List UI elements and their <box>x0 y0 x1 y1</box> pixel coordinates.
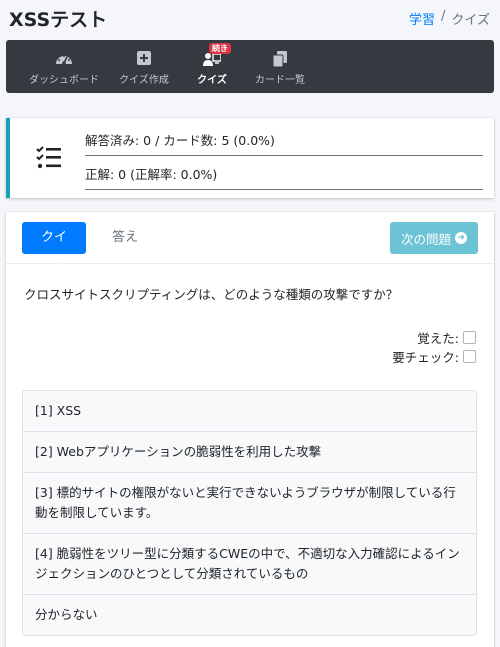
nav-label: ダッシュボード <box>29 75 99 86</box>
gauge-icon <box>56 55 72 65</box>
continue-badge: 続き <box>209 43 231 54</box>
choice-item[interactable]: [1] XSS <box>23 391 476 432</box>
plus-square-icon <box>137 51 151 65</box>
choice-list: [1] XSS [2] Webアプリケーションの脆弱性を利用した攻撃 [3] 標… <box>22 390 477 636</box>
needs-check-label: 要チェック: <box>392 350 459 365</box>
stats-info-box: 解答済み: 0 / カード数: 5 (0.0%) 正解: 0 (正解率: 0.0… <box>6 118 494 198</box>
nav-label: クイズ作成 <box>119 75 169 86</box>
breadcrumb: 学習 / クイズ <box>409 9 490 28</box>
choice-item-dont-know[interactable]: 分からない <box>23 595 476 635</box>
arrow-circle-right-icon: ➜ <box>455 232 467 244</box>
next-button-label: 次の問題 <box>400 231 451 247</box>
needs-check-row: 要チェック: <box>392 347 476 366</box>
nav-item-card-list[interactable]: カード一覧 <box>238 40 322 93</box>
choice-item[interactable]: [3] 標的サイトの権限がないと実行できないようブラウザが制限している行動を制限… <box>23 473 476 534</box>
nav-label: カード一覧 <box>255 75 305 86</box>
tasks-list-icon <box>36 146 61 169</box>
remembered-label: 覚えた: <box>417 331 459 346</box>
page-title: XSSテスト <box>9 9 108 31</box>
nav-label: クイズ <box>197 75 227 86</box>
quiz-card: クイズ 答え 次の問題 ➜ クロスサイトスクリプティングは、どのような種類の攻撃… <box>6 212 494 647</box>
copy-icon <box>272 51 287 67</box>
breadcrumb-separator: / <box>440 9 446 24</box>
tab-quiz[interactable]: クイズ <box>22 222 86 277</box>
tab-answer[interactable]: 答え <box>98 222 152 254</box>
remembered-checkbox[interactable] <box>463 331 476 344</box>
top-navbar: ダッシュボード クイズ作成 続き クイズ カード一覧 <box>6 40 494 93</box>
nav-item-dashboard[interactable]: ダッシュボード <box>26 40 102 93</box>
nav-item-create-quiz[interactable]: クイズ作成 <box>102 40 186 93</box>
choice-item[interactable]: [4] 脆弱性をツリー型に分類するCWEの中で、不適切な入力確認によるインジェク… <box>23 534 476 595</box>
question-text: クロスサイトスクリプティングは、どのような種類の攻撃ですか？ <box>24 287 399 302</box>
next-question-button[interactable]: 次の問題 ➜ <box>390 222 478 254</box>
page-header: XSSテスト 学習 / クイズ <box>0 0 500 36</box>
remembered-check-row: 覚えた: <box>417 328 476 347</box>
breadcrumb-current: クイズ <box>451 13 490 28</box>
nav-item-quiz[interactable]: 続き クイズ <box>186 40 238 93</box>
needs-check-checkbox[interactable] <box>463 350 476 363</box>
breadcrumb-link-study[interactable]: 学習 <box>409 9 435 28</box>
answered-count: 解答済み: 0 / カード数: 5 (0.0%) <box>85 130 483 156</box>
choice-item[interactable]: [2] Webアプリケーションの脆弱性を利用した攻撃 <box>23 432 476 473</box>
card-header: クイズ 答え 次の問題 ➜ <box>6 212 494 277</box>
correct-count: 正解: 0 (正解率: 0.0%) <box>85 164 483 190</box>
